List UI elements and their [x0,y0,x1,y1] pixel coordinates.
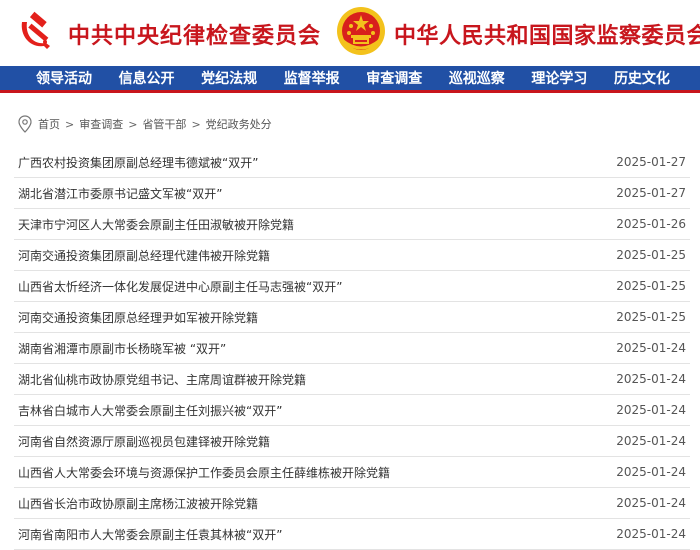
list-item[interactable]: 山西省长治市政协原副主席杨江波被开除党籍 2025-01-24 [14,488,690,519]
article-title[interactable]: 广西农村投资集团原副总经理韦德斌被“双开” [18,154,258,171]
main-navigation: 领导活动 信息公开 党纪法规 监督举报 审查调查 巡视巡察 理论学习 历史文化 [0,66,700,90]
nav-history-culture[interactable]: 历史文化 [614,68,670,88]
article-date: 2025-01-24 [616,527,686,541]
cpc-discipline-commission-title[interactable]: 中共中央纪律检查委员会 [68,18,321,50]
article-title[interactable]: 湖北省仙桃市政协原党组书记、主席周谊群被开除党籍 [18,371,306,388]
article-title[interactable]: 河南省南阳市人大常委会原副主任袁其林被“双开” [18,526,282,543]
article-date: 2025-01-25 [616,248,686,262]
list-item[interactable]: 河南省自然资源厅原副巡视员包建铎被开除党籍 2025-01-24 [14,426,690,457]
list-item[interactable]: 河南省南阳市人大常委会原副主任袁其林被“双开” 2025-01-24 [14,519,690,550]
nav-leadership-activities[interactable]: 领导活动 [36,68,92,88]
national-supervisory-commission-title[interactable]: 中华人民共和国国家监察委员会 [394,18,700,50]
article-title[interactable]: 湖南省湘潭市原副市长杨晓军被 “双开” [18,340,226,357]
party-emblem-icon[interactable] [14,8,60,54]
nav-inspection-tours[interactable]: 巡视巡察 [449,68,505,88]
national-emblem-icon[interactable] [336,6,386,56]
article-date: 2025-01-24 [616,403,686,417]
article-date: 2025-01-24 [616,434,686,448]
article-date: 2025-01-24 [616,465,686,479]
breadcrumb-separator: > [191,117,201,131]
breadcrumb-disciplinary-sanctions[interactable]: 党纪政务处分 [206,116,272,132]
list-item[interactable]: 天津市宁河区人大常委会原副主任田淑敏被开除党籍 2025-01-26 [14,209,690,240]
article-title[interactable]: 天津市宁河区人大常委会原副主任田淑敏被开除党籍 [18,216,294,233]
nav-party-regulations[interactable]: 党纪法规 [201,68,257,88]
breadcrumb-home[interactable]: 首页 [38,116,60,132]
breadcrumb-separator: > [65,117,75,131]
article-title[interactable]: 山西省长治市政协原副主席杨江波被开除党籍 [18,495,258,512]
article-list: 广西农村投资集团原副总经理韦德斌被“双开” 2025-01-27 湖北省潜江市委原… [14,147,690,550]
breadcrumb: 首页 > 审查调查 > 省管干部 > 党纪政务处分 [18,113,272,135]
article-date: 2025-01-24 [616,372,686,386]
nav-review-investigation[interactable]: 审查调查 [366,68,422,88]
article-date: 2025-01-27 [616,186,686,200]
site-header: 中共中央纪律检查委员会 中华人民共和国国家监察委员会 [0,0,700,66]
list-item[interactable]: 吉林省白城市人大常委会原副主任刘振兴被“双开” 2025-01-24 [14,395,690,426]
list-item[interactable]: 河南交通投资集团原总经理尹如军被开除党籍 2025-01-25 [14,302,690,333]
breadcrumb-separator: > [128,117,138,131]
list-item[interactable]: 河南交通投资集团原副总经理代建伟被开除党籍 2025-01-25 [14,240,690,271]
list-item[interactable]: 山西省太忻经济一体化发展促进中心原副主任马志强被“双开” 2025-01-25 [14,271,690,302]
article-date: 2025-01-25 [616,310,686,324]
article-date: 2025-01-27 [616,155,686,169]
article-title[interactable]: 河南交通投资集团原总经理尹如军被开除党籍 [18,309,258,326]
article-title[interactable]: 吉林省白城市人大常委会原副主任刘振兴被“双开” [18,402,282,419]
article-title[interactable]: 河南省自然资源厅原副巡视员包建铎被开除党籍 [18,433,270,450]
list-item[interactable]: 山西省人大常委会环境与资源保护工作委员会原主任薛维栋被开除党籍 2025-01-2… [14,457,690,488]
article-title[interactable]: 河南交通投资集团原副总经理代建伟被开除党籍 [18,247,270,264]
list-item[interactable]: 湖北省潜江市委原书记盛文军被“双开” 2025-01-27 [14,178,690,209]
article-title[interactable]: 湖北省潜江市委原书记盛文军被“双开” [18,185,222,202]
list-item[interactable]: 湖北省仙桃市政协原党组书记、主席周谊群被开除党籍 2025-01-24 [14,364,690,395]
breadcrumb-review-investigation[interactable]: 审查调查 [79,116,123,132]
nav-theory-study[interactable]: 理论学习 [531,68,587,88]
article-date: 2025-01-24 [616,496,686,510]
article-title[interactable]: 山西省太忻经济一体化发展促进中心原副主任马志强被“双开” [18,278,342,295]
article-date: 2025-01-25 [616,279,686,293]
nav-supervision-reporting[interactable]: 监督举报 [284,68,340,88]
nav-information-disclosure[interactable]: 信息公开 [119,68,175,88]
list-item[interactable]: 湖南省湘潭市原副市长杨晓军被 “双开” 2025-01-24 [14,333,690,364]
article-date: 2025-01-24 [616,341,686,355]
list-item[interactable]: 广西农村投资集团原副总经理韦德斌被“双开” 2025-01-27 [14,147,690,178]
article-title[interactable]: 山西省人大常委会环境与资源保护工作委员会原主任薛维栋被开除党籍 [18,464,390,481]
location-pin-icon [18,115,32,133]
breadcrumb-provincial-cadres[interactable]: 省管干部 [142,116,186,132]
article-date: 2025-01-26 [616,217,686,231]
nav-divider [0,90,700,93]
